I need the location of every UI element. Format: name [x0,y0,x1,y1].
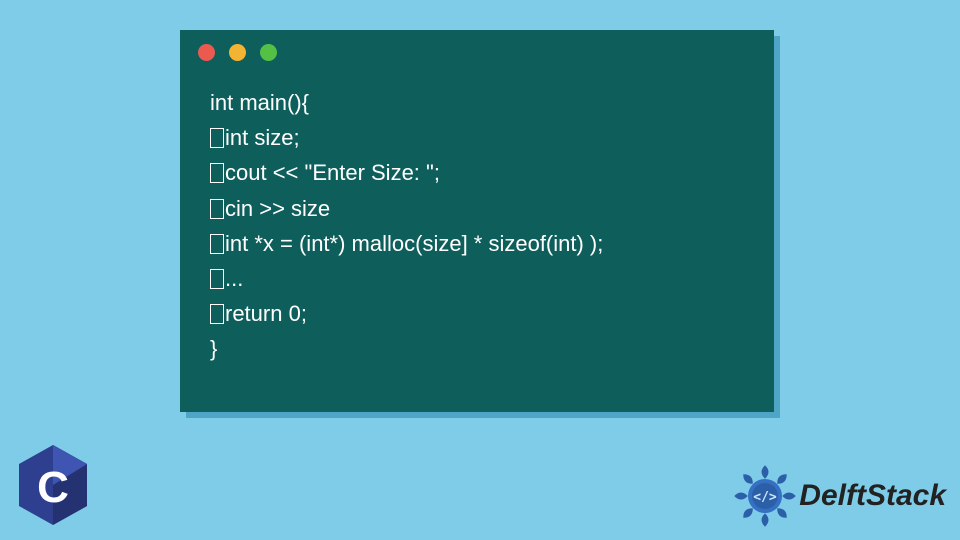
code-line: } [210,331,750,366]
window-titlebar [180,30,774,67]
code-text: int *x = (int*) malloc(size] * sizeof(in… [225,231,603,256]
brand-badge-icon: </> [733,464,797,528]
code-text: } [210,336,217,361]
indent-box-icon [210,304,224,324]
indent-box-icon [210,128,224,148]
lang-letter: C [37,463,69,512]
code-line: int size; [210,120,750,155]
badge-symbol: </> [754,490,778,505]
code-window: int main(){ int size; cout << "Enter Siz… [180,30,774,412]
code-text: cin >> size [225,196,330,221]
language-logo-icon: C [14,442,92,528]
indent-box-icon [210,234,224,254]
code-text: return 0; [225,301,307,326]
code-body: int main(){ int size; cout << "Enter Siz… [180,67,774,377]
code-line: cout << "Enter Size: "; [210,155,750,190]
brand-area: </> DelftStack [733,464,946,528]
indent-box-icon [210,269,224,289]
code-text: cout << "Enter Size: "; [225,160,440,185]
indent-box-icon [210,199,224,219]
code-text: int size; [225,125,300,150]
indent-box-icon [210,163,224,183]
code-text: ... [225,266,243,291]
code-line: int main(){ [210,85,750,120]
code-line: return 0; [210,296,750,331]
code-line: ... [210,261,750,296]
minimize-icon [229,44,246,61]
brand-name: DelftStack [799,479,946,513]
code-text: int main(){ [210,90,309,115]
maximize-icon [260,44,277,61]
code-line: cin >> size [210,191,750,226]
close-icon [198,44,215,61]
code-line: int *x = (int*) malloc(size] * sizeof(in… [210,226,750,261]
